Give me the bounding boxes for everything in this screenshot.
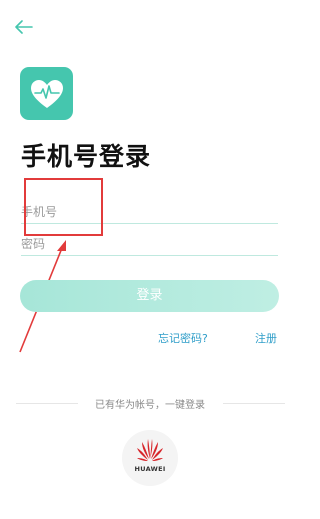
register-link[interactable]: 注册 <box>255 330 277 346</box>
status-bar <box>0 0 300 8</box>
phone-input[interactable] <box>21 201 278 224</box>
huawei-wordmark: HUAWEI <box>134 465 166 473</box>
app-logo <box>20 67 73 120</box>
back-button[interactable] <box>10 13 38 41</box>
login-button[interactable]: 登录 <box>20 280 279 312</box>
page-title: 手机号登录 <box>21 142 152 171</box>
divider-right <box>223 403 285 404</box>
huawei-login-button[interactable]: HUAWEI <box>122 430 178 486</box>
huawei-logo-icon <box>137 439 163 461</box>
password-input[interactable] <box>21 233 278 256</box>
forgot-password-link[interactable]: 忘记密码? <box>158 330 208 346</box>
heart-pulse-icon <box>30 79 63 108</box>
arrow-left-icon <box>15 20 33 34</box>
